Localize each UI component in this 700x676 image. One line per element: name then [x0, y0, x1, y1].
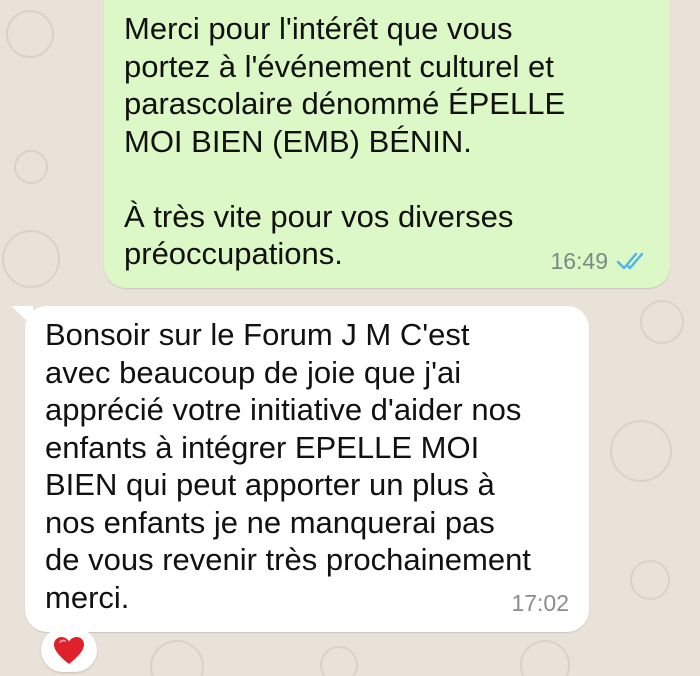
double-check-read-icon [616, 253, 644, 270]
wallpaper-doodle [640, 300, 684, 344]
wallpaper-doodle [150, 640, 204, 676]
wallpaper-doodle [520, 640, 570, 676]
wallpaper-doodle [610, 420, 672, 482]
bubble-tail [11, 306, 33, 326]
wallpaper-doodle [320, 646, 358, 676]
incoming-message-bubble[interactable]: Bonsoir sur le Forum J M C'est avec beau… [11, 306, 589, 632]
outgoing-message-bubble[interactable]: Merci pour l'intérêt que vous portez à l… [104, 0, 670, 288]
message-meta: 17:02 [511, 585, 569, 623]
message-text: Bonsoir sur le Forum J M C'est avec beau… [45, 317, 531, 615]
message-time: 16:49 [550, 247, 608, 274]
wallpaper-doodle [6, 10, 54, 58]
wallpaper-doodle [630, 560, 670, 600]
message-time: 17:02 [511, 589, 569, 616]
heart-icon [54, 636, 84, 664]
message-meta: 16:49 [550, 243, 650, 281]
message-text: Merci pour l'intérêt que vous portez à l… [124, 11, 566, 271]
message-reaction[interactable] [41, 628, 97, 672]
wallpaper-doodle [2, 230, 60, 288]
wallpaper-doodle [14, 150, 48, 184]
